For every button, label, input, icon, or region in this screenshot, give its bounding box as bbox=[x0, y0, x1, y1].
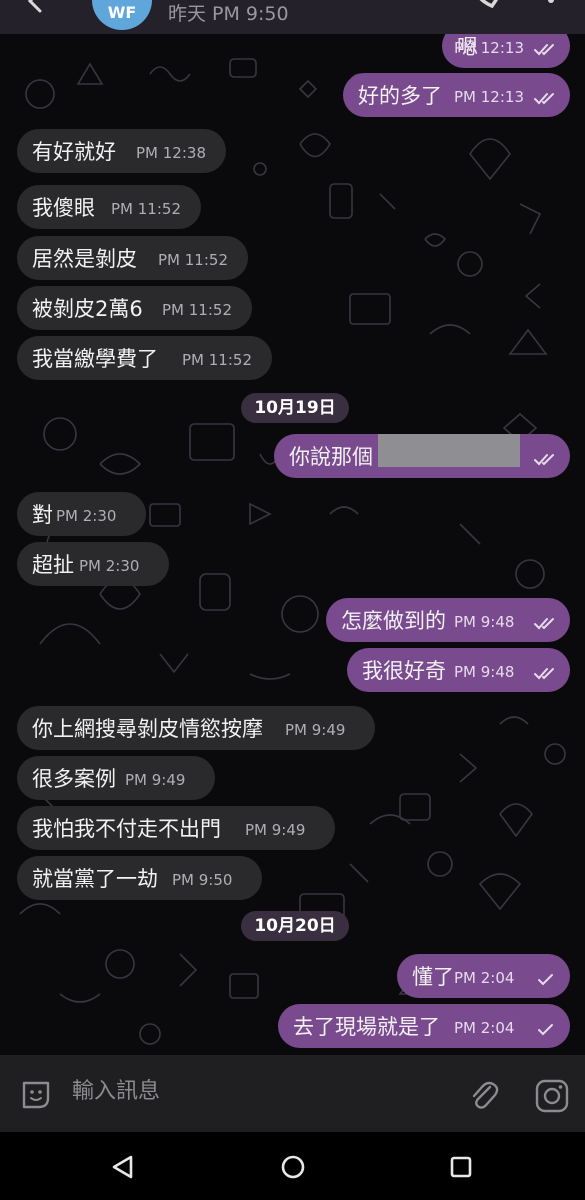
message-time: PM 9:49 bbox=[285, 721, 346, 739]
date-separator: 10月19日 bbox=[241, 393, 349, 423]
incoming-message[interactable]: 我當繳學費了 PM 11:52 bbox=[17, 336, 272, 380]
incoming-message[interactable]: 很多案例 PM 9:49 bbox=[17, 756, 215, 800]
message-text: 好的多了 bbox=[358, 84, 442, 108]
incoming-message[interactable]: 對 PM 2:30 bbox=[17, 492, 146, 536]
system-nav-bar bbox=[0, 1132, 585, 1200]
outgoing-message[interactable]: 去了現場就是了 PM 2:04 bbox=[278, 1004, 570, 1048]
attach-icon[interactable] bbox=[466, 1077, 502, 1113]
last-seen-status: 昨天 PM 9:50 bbox=[168, 3, 289, 25]
message-time: PM 12:38 bbox=[136, 144, 206, 162]
incoming-message[interactable]: 超扯 PM 2:30 bbox=[17, 542, 169, 586]
message-list[interactable]: 嗯 PM 12:13 好的多了 PM 12:13 有好就好 PM 12:38 我傻眼 PM 1… bbox=[0, 34, 585, 1055]
outgoing-message[interactable]: 懂了 PM 2:04 bbox=[397, 954, 570, 998]
message-text: 怎麼做到的 bbox=[341, 609, 446, 633]
avatar-initials: WF bbox=[107, 3, 137, 22]
message-time: PM 9:48 bbox=[454, 663, 515, 681]
message-time: PM 2:30 bbox=[56, 507, 117, 525]
message-time: PM 9:49 bbox=[125, 771, 186, 789]
message-text: 我很好奇 bbox=[362, 659, 446, 683]
message-time: PM 2:04 bbox=[454, 969, 515, 987]
chat-screen: WF 昨天 PM 9:50 嗯 PM 12:13 好的多了 PM 12:13 有… bbox=[0, 0, 585, 1200]
double-check-icon bbox=[534, 93, 554, 105]
outgoing-message[interactable]: 好的多了 PM 12:13 bbox=[343, 73, 570, 117]
double-check-icon bbox=[534, 44, 554, 56]
message-text: 我傻眼 bbox=[32, 196, 95, 220]
incoming-message[interactable]: 我怕我不付走不出門 PM 9:49 bbox=[17, 806, 335, 850]
double-check-icon bbox=[534, 668, 554, 680]
nav-back-icon[interactable] bbox=[110, 1154, 136, 1180]
call-icon[interactable] bbox=[470, 0, 500, 10]
message-text: 你上網搜尋剝皮情慾按摩 bbox=[32, 717, 263, 741]
message-time: PM 9:48 bbox=[454, 613, 515, 631]
message-time: PM 12:13 bbox=[454, 88, 524, 106]
incoming-message[interactable]: 有好就好 PM 12:38 bbox=[17, 129, 226, 173]
nav-home-icon[interactable] bbox=[280, 1154, 306, 1180]
outgoing-message[interactable]: 你說那個 bbox=[274, 434, 570, 478]
message-time: PM 9:50 bbox=[172, 871, 233, 889]
outgoing-message[interactable]: 怎麼做到的 PM 9:48 bbox=[326, 598, 570, 642]
outgoing-message[interactable]: 我很好奇 PM 9:48 bbox=[347, 648, 570, 692]
message-time: PM 11:52 bbox=[111, 200, 181, 218]
incoming-message[interactable]: 居然是剝皮 PM 11:52 bbox=[17, 236, 248, 280]
message-text: 被剝皮2萬6 bbox=[32, 297, 143, 321]
incoming-message[interactable]: 你上網搜尋剝皮情慾按摩 PM 9:49 bbox=[17, 706, 375, 750]
nav-recents-icon[interactable] bbox=[449, 1155, 473, 1179]
message-time: PM 11:52 bbox=[182, 351, 252, 369]
message-text: 懂了 bbox=[412, 965, 454, 989]
message-text: 去了現場就是了 bbox=[293, 1015, 440, 1039]
message-text: 有好就好 bbox=[32, 140, 116, 164]
chat-header: WF 昨天 PM 9:50 bbox=[0, 0, 585, 34]
check-icon bbox=[538, 1024, 553, 1036]
date-separator: 10月20日 bbox=[241, 911, 349, 941]
redaction-block bbox=[378, 434, 520, 467]
double-check-icon bbox=[534, 454, 554, 466]
message-time: PM 12:13 bbox=[454, 39, 524, 57]
message-text: 超扯 bbox=[32, 553, 74, 577]
message-text: 我怕我不付走不出門 bbox=[32, 817, 221, 841]
message-text: 對 bbox=[32, 503, 53, 527]
message-time: PM 11:52 bbox=[158, 251, 228, 269]
message-time: PM 11:52 bbox=[162, 301, 232, 319]
message-input[interactable]: 輸入訊息 bbox=[72, 1075, 452, 1111]
incoming-message[interactable]: 我傻眼 PM 11:52 bbox=[17, 185, 201, 229]
message-text: 你說那個 bbox=[289, 445, 373, 469]
camera-icon[interactable] bbox=[533, 1077, 571, 1115]
incoming-message[interactable]: 就當黨了一劫 PM 9:50 bbox=[17, 856, 262, 900]
message-text: 居然是剝皮 bbox=[32, 247, 137, 271]
message-text: 就當黨了一劫 bbox=[32, 867, 158, 891]
emoji-icon[interactable] bbox=[19, 1078, 53, 1112]
avatar[interactable]: WF bbox=[92, 0, 152, 30]
incoming-message[interactable]: 被剝皮2萬6 PM 11:52 bbox=[17, 286, 252, 330]
message-input-bar: 輸入訊息 bbox=[0, 1055, 585, 1132]
outgoing-message[interactable]: 嗯 PM 12:13 bbox=[442, 34, 570, 68]
back-arrow-icon[interactable] bbox=[22, 0, 48, 14]
message-time: PM 9:49 bbox=[245, 821, 306, 839]
message-time: PM 2:04 bbox=[454, 1019, 515, 1037]
message-text: 我當繳學費了 bbox=[32, 347, 158, 371]
more-vert-icon[interactable] bbox=[546, 0, 556, 8]
message-time: PM 2:30 bbox=[79, 557, 140, 575]
check-icon bbox=[538, 974, 553, 986]
message-text: 很多案例 bbox=[32, 767, 116, 791]
double-check-icon bbox=[534, 618, 554, 630]
